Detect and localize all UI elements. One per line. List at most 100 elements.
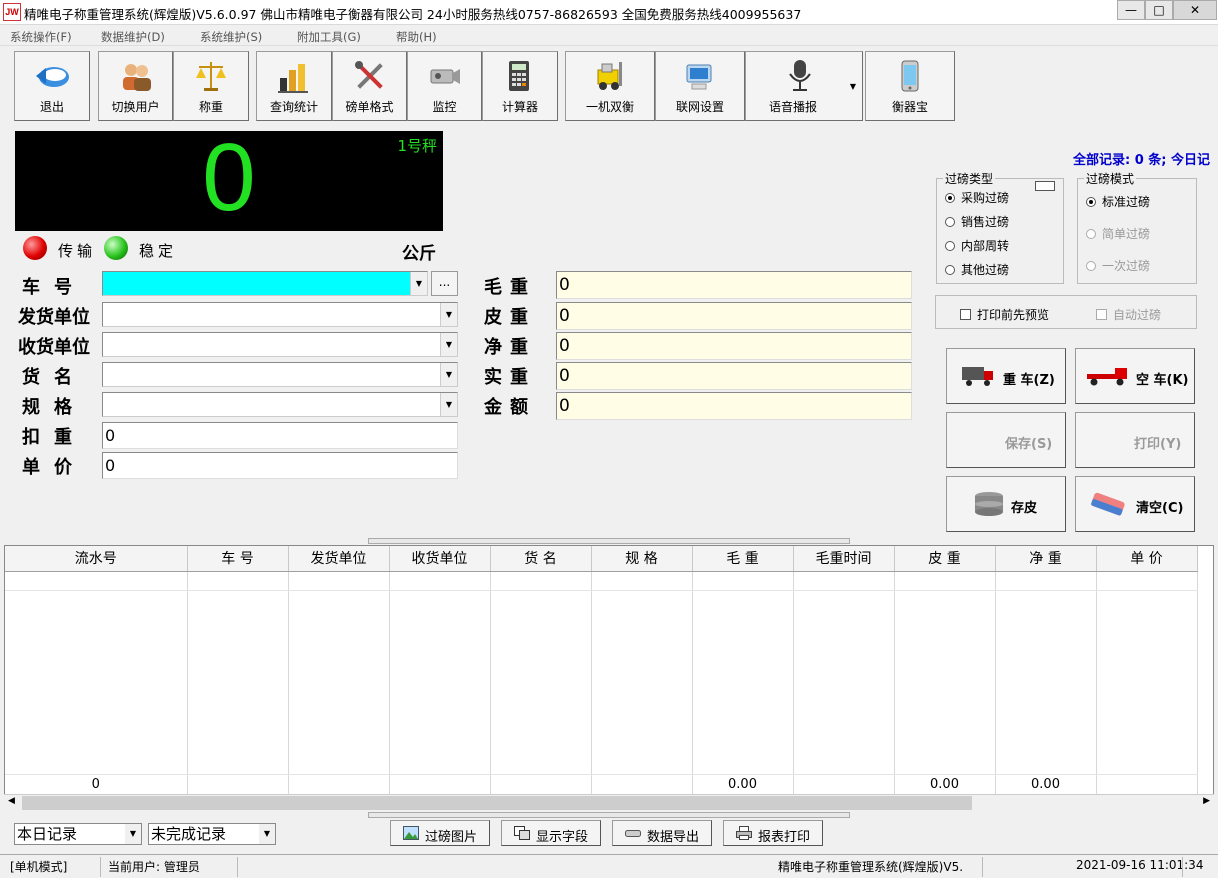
voice-broadcast-button[interactable]: 语音播报 ▼ [745,51,863,121]
consignor-combo[interactable]: ▼ [102,302,458,327]
weigh-type-purchase-radio[interactable]: 采购过磅 [945,189,1009,206]
total-cell: 0.00 [692,774,794,795]
chevron-down-icon[interactable]: ▼ [440,363,457,386]
column-header[interactable]: 收货单位 [389,546,491,572]
show-fields-button[interactable]: 显示字段 [501,820,601,846]
voice-dropdown-icon[interactable]: ▼ [850,82,856,91]
scroll-left-icon[interactable]: ◀ [8,796,15,806]
splitter-top[interactable] [368,538,850,544]
store-tare-label: 存皮 [1011,501,1038,516]
column-header[interactable]: 流水号 [5,546,188,572]
clear-button[interactable]: 清空(C) [1075,476,1195,532]
scrollbar-thumb[interactable] [22,796,972,810]
column-header[interactable]: 规 格 [591,546,693,572]
scale-name-label: 1号秤 [397,137,437,155]
splitter-bottom[interactable] [368,812,850,818]
weigh-images-label: 过磅图片 [425,830,478,845]
record-status-select[interactable]: 未完成记录 ▼ [148,823,276,845]
monitor-button[interactable]: 监控 [407,51,482,121]
query-stats-label: 查询统计 [269,100,318,114]
network-settings-button[interactable]: 联网设置 [655,51,745,121]
print-report-button[interactable]: 报表打印 [723,820,823,846]
column-header[interactable]: 毛 重 [692,546,794,572]
print-button[interactable]: 打印(Y) [1075,412,1195,468]
column-header[interactable]: 净 重 [995,546,1097,572]
spec-combo[interactable]: ▼ [102,392,458,417]
tools-icon [354,61,383,89]
deduction-input[interactable]: 0 [102,422,458,449]
weigh-images-button[interactable]: 过磅图片 [390,820,490,846]
toolbar: 退出 切换用户 称重 查询统计 磅单格式 监控 计算器 一机双衡 联网设置 语音… [14,51,959,123]
chevron-down-icon[interactable]: ▼ [440,333,457,356]
menu-system-maintenance[interactable]: 系统维护(S) [200,29,262,45]
weigh-mode-standard-radio[interactable]: 标准过磅 [1086,193,1150,210]
calculator-button[interactable]: 计算器 [482,51,558,121]
dual-scale-button[interactable]: 一机双衡 [565,51,655,121]
chevron-down-icon[interactable]: ▼ [440,393,457,416]
chevron-down-icon[interactable]: ▼ [125,824,141,844]
vehicle-no-combo[interactable]: ▼ [102,271,428,296]
stable-label: 稳定 [139,242,178,260]
exit-button[interactable]: 退出 [14,51,90,121]
weigh-type-sales-radio[interactable]: 销售过磅 [945,213,1009,230]
preview-before-print-checkbox[interactable]: 打印前先预览 [960,306,1049,323]
menu-help[interactable]: 帮助(H) [396,29,437,45]
store-tare-button[interactable]: 存皮 [946,476,1066,532]
dual-scale-label: 一机双衡 [585,100,634,114]
voice-broadcast-label: 语音播报 [768,100,817,114]
gross-weight-label: 毛重 [484,277,536,298]
column-header[interactable]: 单 价 [1096,546,1198,572]
camera-icon [430,69,460,84]
auto-weigh-checkbox[interactable]: 自动过磅 [1096,306,1161,323]
eraser-icon [1091,492,1125,516]
menu-system-ops[interactable]: 系统操作(F) [10,29,72,45]
goods-name-combo[interactable]: ▼ [102,362,458,387]
scroll-right-icon[interactable]: ▶ [1203,796,1210,806]
horizontal-scrollbar[interactable]: ◀ ▶ [4,794,1214,811]
ticket-format-button[interactable]: 磅单格式 [332,51,407,121]
scale-treasure-label: 衡器宝 [891,100,928,114]
save-button[interactable]: 保存(S) [946,412,1066,468]
consignee-combo[interactable]: ▼ [102,332,458,357]
empty-truck-label: 空 车(K) [1136,373,1189,388]
vehicle-no-label: 车号 [22,277,86,298]
weigh-mode-once-radio[interactable]: 一次过磅 [1086,257,1150,274]
query-stats-button[interactable]: 查询统计 [256,51,332,121]
forklift-icon [597,62,622,90]
menu-extra-tools[interactable]: 附加工具(G) [297,29,361,45]
switch-user-button[interactable]: 切换用户 [98,51,173,121]
chevron-down-icon[interactable]: ▼ [410,272,427,295]
scale-treasure-button[interactable]: 衡器宝 [865,51,955,121]
column-header[interactable]: 发货单位 [288,546,390,572]
empty-truck-button[interactable]: 空 车(K) [1075,348,1195,404]
chevron-down-icon[interactable]: ▼ [259,824,275,844]
export-data-button[interactable]: 数据导出 [612,820,712,846]
weigh-type-internal-radio[interactable]: 内部周转 [945,237,1009,254]
menu-data-maintenance[interactable]: 数据维护(D) [101,29,165,45]
consignor-label: 发货单位 [18,307,90,328]
weigh-mode-simple-radio[interactable]: 简单过磅 [1086,225,1150,242]
column-header[interactable]: 车 号 [187,546,289,572]
unit-price-input[interactable]: 0 [102,452,458,479]
vehicle-browse-button[interactable]: ... [431,271,458,296]
record-range-select[interactable]: 本日记录 ▼ [14,823,142,845]
chevron-down-icon[interactable]: ▼ [440,303,457,326]
weigh-button[interactable]: 称重 [173,51,249,121]
unit-price-label: 单价 [22,457,86,478]
close-button[interactable]: ✕ [1173,0,1217,20]
exit-arrow-icon [36,67,69,87]
transmit-label: 传输 [58,242,97,260]
weigh-type-other-radio[interactable]: 其他过磅 [945,261,1009,278]
app-logo-icon: JW [3,3,21,21]
loaded-truck-button[interactable]: 重 车(Z) [946,348,1066,404]
column-header[interactable]: 货 名 [490,546,592,572]
table-row[interactable] [5,571,1198,591]
weigh-type-other-label: 其他过磅 [961,263,1010,277]
printer-icon [736,826,752,840]
column-header[interactable]: 皮 重 [894,546,996,572]
column-header[interactable]: 毛重时间 [793,546,895,572]
total-cell: 0.00 [995,774,1097,795]
minimize-button[interactable]: — [1117,0,1145,20]
maximize-button[interactable]: □ [1145,0,1173,20]
save-label: 保存(S) [1005,437,1053,452]
